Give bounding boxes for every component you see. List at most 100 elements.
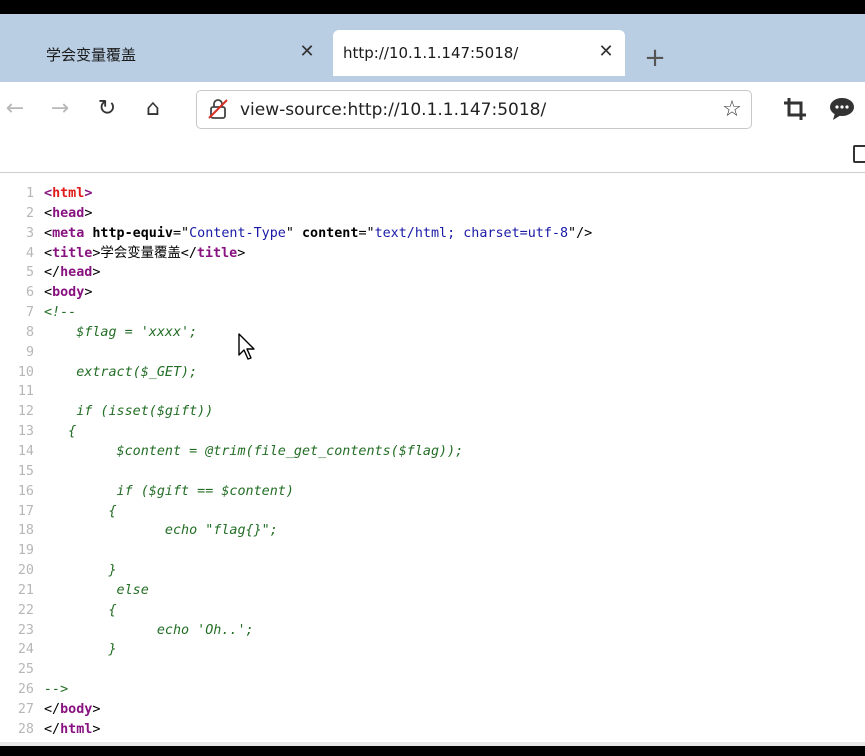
back-arrow-icon[interactable]: ← <box>0 94 30 124</box>
source-line: 4 <title>学会变量覆盖</title> <box>0 244 592 264</box>
code-token: body <box>60 701 93 717</box>
not-secure-lock-icon[interactable] <box>207 98 229 120</box>
code-token: http-equiv <box>92 225 173 241</box>
source-line: 28 </html> <box>0 720 592 740</box>
line-number: 6 <box>25 285 34 301</box>
code-token: head <box>52 205 85 221</box>
line-number: 19 <box>17 543 34 559</box>
source-line: 21 else <box>0 581 592 601</box>
line-number: 26 <box>17 682 34 698</box>
code-token: =" <box>173 225 190 241</box>
tab-close-icon[interactable]: ✕ <box>595 41 617 63</box>
source-line: 14 $content = @trim(file_get_contents($f… <box>0 442 592 462</box>
code-token: </ <box>44 265 61 281</box>
code-token: body <box>52 285 85 301</box>
code-token: $flag = 'xxxx'; <box>44 324 198 340</box>
code-token: extract($_GET); <box>44 364 198 380</box>
code-token: Content-Type <box>189 225 286 241</box>
view-source-content: 1 <html> 2 <head> 3 <meta http-equiv="Content… <box>0 173 865 742</box>
code-token: > <box>92 701 101 717</box>
source-line: 7 <!-- <box>0 303 592 323</box>
line-number: 8 <box>25 324 34 340</box>
home-icon[interactable]: ⌂ <box>138 94 168 124</box>
sidebar-icon[interactable] <box>853 145 865 163</box>
tab-close-icon[interactable]: ✕ <box>296 41 318 63</box>
url-text[interactable]: view-source:http://10.1.1.147:5018/ <box>240 100 546 120</box>
line-number: 28 <box>17 721 34 737</box>
source-line: 15 <box>0 462 592 482</box>
tab-inactive[interactable]: 学会变量覆盖 ✕ <box>0 30 331 76</box>
code-token: else <box>44 582 149 598</box>
line-number: 7 <box>25 305 34 321</box>
code-token: < <box>44 186 53 201</box>
line-number: 27 <box>17 701 34 717</box>
star-icon[interactable]: ☆ <box>719 97 745 123</box>
reload-icon[interactable]: ↻ <box>92 94 122 124</box>
source-line: 19 <box>0 541 592 561</box>
secondary-toolbar <box>0 138 865 173</box>
source-line: 8 $flag = 'xxxx'; <box>0 323 592 343</box>
code-token: <!-- <box>44 305 77 321</box>
line-number: 20 <box>17 563 34 579</box>
line-number: 5 <box>25 265 34 281</box>
source-line: 10 extract($_GET); <box>0 363 592 383</box>
source-line: 13 { <box>0 422 592 442</box>
source-line: 6 <body> <box>0 283 592 303</box>
code-token: > <box>84 285 93 301</box>
code-token: >学会变量覆盖</ <box>92 245 197 261</box>
code-token: title <box>196 245 238 261</box>
window-top-border <box>0 0 865 14</box>
code-token: meta <box>52 225 85 241</box>
tab-title: http://10.1.1.147:5018/ <box>343 44 519 62</box>
code-token: </ <box>44 721 61 737</box>
chat-icon[interactable] <box>828 95 856 123</box>
code-token: $content = @trim(file_get_contents($flag… <box>44 443 464 459</box>
code-token: title <box>52 245 93 261</box>
source-line: 26 --> <box>0 680 592 700</box>
source-line: 22 { <box>0 601 592 621</box>
source-line: 12 if (isset($gift)) <box>0 402 592 422</box>
line-number: 10 <box>17 364 34 380</box>
new-tab-button[interactable]: + <box>640 44 670 74</box>
source-line: 23 echo 'Oh..'; <box>0 621 592 641</box>
code-token: < <box>44 205 53 221</box>
code-token: echo 'Oh..'; <box>44 622 254 638</box>
line-number: 25 <box>17 662 34 678</box>
line-number: 14 <box>17 443 34 459</box>
code-token: { <box>44 424 77 440</box>
source-code: 1 <html> 2 <head> 3 <meta http-equiv="Content… <box>0 184 592 740</box>
tab-active[interactable]: http://10.1.1.147:5018/ ✕ <box>333 30 625 76</box>
code-token: } <box>44 642 117 658</box>
line-number: 3 <box>25 225 34 241</box>
line-number: 15 <box>17 463 34 479</box>
code-token: < <box>44 245 53 261</box>
code-token: html <box>60 721 93 737</box>
code-token: =" <box>358 225 375 241</box>
address-bar[interactable]: view-source:http://10.1.1.147:5018/ ☆ <box>196 90 752 129</box>
code-token: text/html; charset=utf-8 <box>374 225 569 241</box>
code-token: echo "flag{}"; <box>44 523 278 539</box>
source-line: 24 } <box>0 640 592 660</box>
source-line: 18 echo "flag{}"; <box>0 521 592 541</box>
source-line: 2 <head> <box>0 204 592 224</box>
navigation-bar: ← → ↻ ⌂ view-source:http://10.1.1.147:50… <box>0 82 865 138</box>
code-token: " <box>285 225 302 241</box>
code-token: > <box>92 721 101 737</box>
code-token: { <box>44 503 117 519</box>
line-number: 2 <box>25 205 34 221</box>
code-token: "/> <box>568 225 593 241</box>
code-token: content <box>302 225 359 241</box>
tab-title: 学会变量覆盖 <box>46 46 137 64</box>
source-line: 20 } <box>0 561 592 581</box>
code-token: --> <box>44 682 69 698</box>
code-token: } <box>44 563 117 579</box>
source-line: 17 { <box>0 502 592 522</box>
line-number: 12 <box>17 404 34 420</box>
code-token: </ <box>44 701 61 717</box>
code-token: > <box>237 245 246 261</box>
line-number: 17 <box>17 503 34 519</box>
line-number: 4 <box>25 245 34 261</box>
forward-arrow-icon[interactable]: → <box>45 94 75 124</box>
crop-icon[interactable] <box>781 95 809 123</box>
code-token: > <box>84 205 93 221</box>
